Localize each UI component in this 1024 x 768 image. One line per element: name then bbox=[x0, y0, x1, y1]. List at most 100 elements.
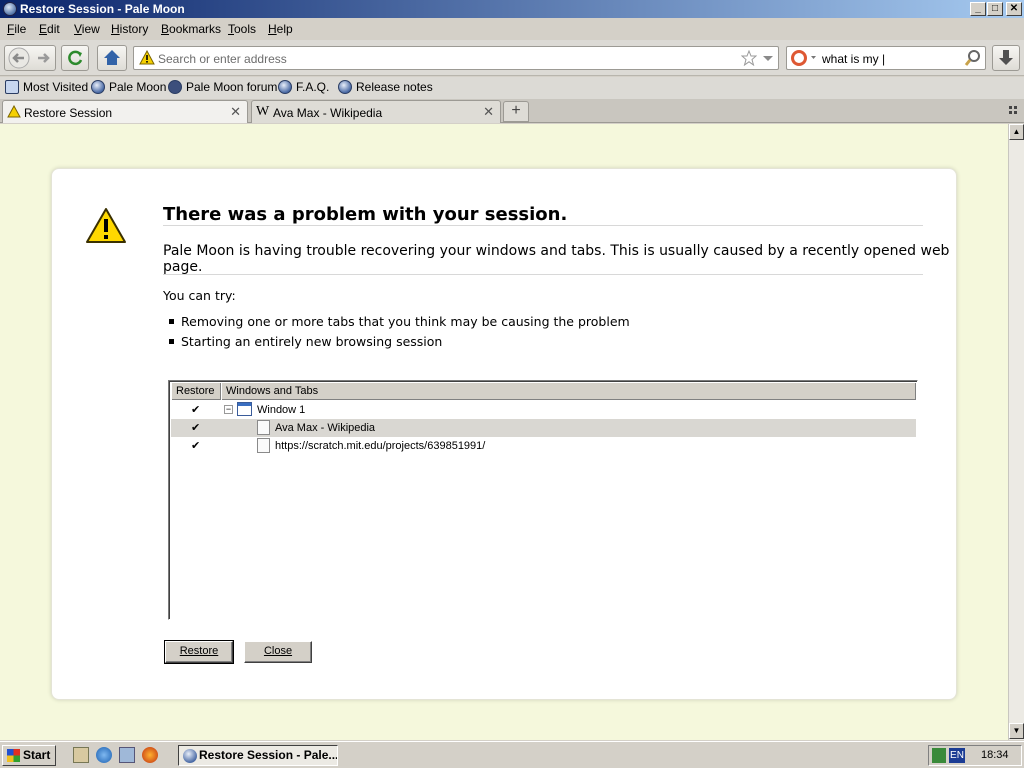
tree-header: Restore Windows and Tabs bbox=[171, 383, 916, 400]
internet-explorer-icon[interactable] bbox=[96, 747, 112, 763]
window-title: Restore Session - Pale Moon bbox=[20, 2, 185, 16]
column-windows-tabs[interactable]: Windows and Tabs bbox=[221, 383, 916, 400]
bookmarks-toolbar: Most Visited Pale Moon Pale Moon forum F… bbox=[0, 77, 1024, 99]
language-indicator[interactable]: EN bbox=[949, 748, 965, 763]
address-placeholder: Search or enter address bbox=[158, 52, 287, 66]
pale-moon-icon bbox=[278, 80, 292, 94]
warning-icon bbox=[7, 105, 21, 118]
pale-moon-icon bbox=[3, 2, 17, 16]
bookmark-faq[interactable]: F.A.Q. bbox=[278, 80, 329, 94]
wikipedia-icon: W bbox=[256, 104, 270, 119]
close-button[interactable]: Close bbox=[244, 641, 312, 663]
page-title: There was a problem with your session. bbox=[163, 204, 568, 225]
home-icon bbox=[104, 50, 120, 65]
title-bar: Restore Session - Pale Moon _ □ ✕ bbox=[0, 0, 1024, 18]
system-tray: EN 18:34 bbox=[928, 745, 1022, 766]
bookmark-pale-moon[interactable]: Pale Moon bbox=[91, 80, 166, 94]
restore-checkbox[interactable]: ✔ bbox=[191, 421, 200, 434]
windows-logo-icon bbox=[7, 749, 20, 762]
menu-view[interactable]: View bbox=[74, 22, 100, 36]
window-row[interactable]: ✔ − Window 1 bbox=[171, 401, 916, 419]
taskbar: Start Restore Session - Pale... EN 18:34 bbox=[0, 741, 1024, 768]
menu-history[interactable]: History bbox=[111, 22, 148, 36]
tab-label: Restore Session bbox=[24, 106, 113, 120]
reload-button[interactable] bbox=[61, 45, 89, 71]
suggestion-item: Removing one or more tabs that you think… bbox=[169, 314, 630, 329]
tab-list-icon[interactable] bbox=[1008, 105, 1020, 117]
close-tab-icon[interactable]: ✕ bbox=[483, 104, 494, 120]
dropdown-arrow-icon[interactable] bbox=[762, 50, 774, 66]
pale-moon-icon bbox=[91, 80, 105, 94]
pale-moon-icon bbox=[338, 80, 352, 94]
clock[interactable]: 18:34 bbox=[981, 749, 1009, 761]
scroll-down-icon[interactable]: ▼ bbox=[1009, 723, 1024, 739]
bookmark-star-icon[interactable] bbox=[741, 50, 757, 66]
tab-label: Ava Max - Wikipedia bbox=[273, 106, 383, 120]
navigation-toolbar: Search or enter address what is my | bbox=[0, 40, 1024, 76]
bookmark-forum[interactable]: Pale Moon forum bbox=[168, 80, 277, 94]
restore-checkbox[interactable]: ✔ bbox=[191, 439, 200, 452]
tab-ava-max[interactable]: W Ava Max - Wikipedia ✕ bbox=[251, 100, 501, 123]
page-content: There was a problem with your session. P… bbox=[0, 124, 1008, 740]
close-tab-icon[interactable]: ✕ bbox=[230, 104, 241, 120]
collapse-icon[interactable]: − bbox=[224, 405, 233, 414]
session-tree[interactable]: Restore Windows and Tabs ✔ − Window 1 ✔ … bbox=[168, 380, 918, 620]
page-icon bbox=[257, 420, 270, 435]
warning-icon bbox=[86, 208, 126, 243]
tab-row[interactable]: ✔ https://scratch.mit.edu/projects/63985… bbox=[171, 437, 916, 455]
forward-icon[interactable] bbox=[38, 53, 50, 63]
reload-icon bbox=[68, 50, 83, 66]
page-icon bbox=[257, 438, 270, 453]
back-icon[interactable] bbox=[8, 47, 30, 69]
menu-tools[interactable]: Tools bbox=[228, 22, 256, 36]
maximize-button[interactable]: □ bbox=[987, 2, 1003, 16]
back-forward-group bbox=[4, 45, 56, 71]
divider bbox=[163, 225, 923, 226]
error-description: Pale Moon is having trouble recovering y… bbox=[163, 243, 950, 275]
menu-edit[interactable]: Edit bbox=[39, 22, 60, 36]
show-desktop-icon[interactable] bbox=[73, 747, 89, 763]
downloads-button[interactable] bbox=[992, 45, 1020, 71]
search-bar[interactable]: what is my | bbox=[786, 46, 986, 70]
warning-icon bbox=[139, 50, 155, 65]
address-bar[interactable]: Search or enter address bbox=[133, 46, 779, 70]
scroll-up-icon[interactable]: ▲ bbox=[1009, 124, 1024, 140]
back-forward-icons bbox=[8, 47, 50, 69]
vertical-scrollbar[interactable]: ▲ ▼ bbox=[1008, 124, 1024, 740]
tray-app-icon[interactable] bbox=[932, 748, 946, 763]
new-tab-button[interactable]: + bbox=[503, 101, 529, 122]
try-label: You can try: bbox=[163, 288, 236, 303]
most-visited-icon bbox=[5, 80, 19, 94]
tab-row[interactable]: ✔ Ava Max - Wikipedia bbox=[171, 419, 916, 437]
close-window-button[interactable]: ✕ bbox=[1006, 2, 1022, 16]
bookmark-most-visited[interactable]: Most Visited bbox=[5, 80, 88, 94]
divider bbox=[163, 274, 923, 275]
duckduckgo-icon[interactable] bbox=[790, 49, 818, 67]
search-icon[interactable] bbox=[964, 49, 982, 67]
menu-file[interactable]: File bbox=[7, 22, 26, 36]
download-arrow-icon bbox=[999, 50, 1013, 65]
error-card: There was a problem with your session. P… bbox=[51, 168, 957, 700]
bookmark-release-notes[interactable]: Release notes bbox=[338, 80, 433, 94]
minimize-button[interactable]: _ bbox=[970, 2, 986, 16]
taskbar-task-pale-moon[interactable]: Restore Session - Pale... bbox=[178, 745, 338, 766]
window-label: Window 1 bbox=[257, 404, 306, 416]
menu-bookmarks[interactable]: Bookmarks bbox=[161, 22, 221, 36]
restore-button[interactable]: Restore bbox=[164, 640, 234, 664]
start-button[interactable]: Start bbox=[2, 745, 56, 766]
suggestion-item: Starting an entirely new browsing sessio… bbox=[169, 334, 442, 349]
column-restore[interactable]: Restore bbox=[171, 383, 221, 400]
pale-moon-icon bbox=[183, 749, 197, 763]
menu-help[interactable]: Help bbox=[268, 22, 293, 36]
home-button[interactable] bbox=[97, 45, 127, 71]
tab-restore-session[interactable]: Restore Session ✕ bbox=[2, 100, 248, 123]
forum-icon bbox=[168, 80, 182, 94]
menu-bar: File Edit View History Bookmarks Tools H… bbox=[0, 19, 1024, 39]
firefox-icon[interactable] bbox=[142, 747, 158, 763]
restore-checkbox[interactable]: ✔ bbox=[191, 403, 200, 416]
window-icon bbox=[237, 402, 252, 416]
tab-row-label: https://scratch.mit.edu/projects/6398519… bbox=[275, 440, 486, 452]
network-icon[interactable] bbox=[119, 747, 135, 763]
tab-strip: Restore Session ✕ W Ava Max - Wikipedia … bbox=[0, 99, 1024, 123]
tab-row-label: Ava Max - Wikipedia bbox=[275, 422, 376, 434]
